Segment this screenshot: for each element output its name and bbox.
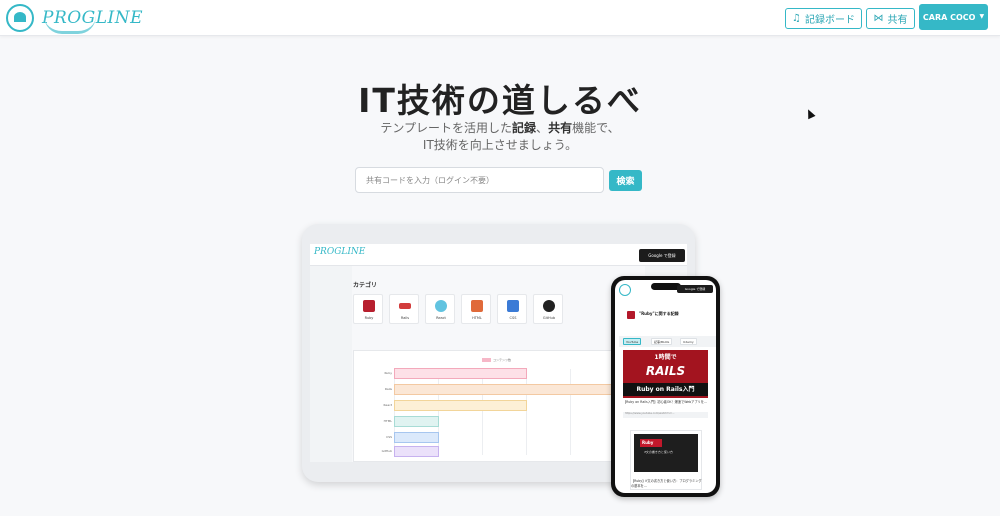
phone-screen: Google で登録 "Ruby"に関する記録 YouTube 記事/BLOG … [615,280,716,493]
subtitle-line-2: IT技術を向上させましょう。 [422,138,578,152]
search-button[interactable]: 検索 [609,170,642,191]
tablet-logo: PROGLINE [314,247,366,257]
tablet-bar-chart: コンテンツ数 Ruby Rails React HTML CSS GitHub [353,350,646,462]
subtitle-text-2: 機能で、 [572,121,620,135]
category-card-github: GitHub [533,294,563,324]
tablet-header: PROGLINE Google で登録 [310,244,687,266]
logo-mark-icon [6,4,34,32]
subtitle-bold-record: 記録 [512,121,537,135]
user-menu-label: CARA COCO [922,12,976,22]
css3-icon [507,300,519,312]
category-card-html: HTML [461,294,491,324]
chart-row-label: GitHub [381,449,392,453]
hero-title: IT技術の道しるべ [358,81,642,120]
user-menu-dropdown[interactable]: CARA COCO ▼ [919,4,988,30]
phone-google-button: Google で登録 [677,285,713,293]
phone-tab-udemy: Udemy [680,338,697,345]
search-placeholder: 共有コードを入力（ログイン不要） [366,175,494,185]
record-board-label: 記録ボード [804,15,855,26]
chart-bar [394,400,527,411]
phone-record-card: 1時間で RAILS Ruby on Rails入門 【Ruby on Rail… [623,350,708,422]
subtitle-separator: 、 [536,121,549,135]
record-board-button[interactable]: ♫ 記録ボード [785,8,862,29]
tablet-category-heading: カテゴリ [353,282,378,289]
ruby-icon [363,300,375,312]
chart-legend: コンテンツ数 [482,358,522,363]
chart-row-label: Ruby [384,371,392,375]
grid-line [482,369,483,455]
chart-bar [394,384,646,395]
grid-line [570,369,571,455]
chart-row-label: HTML [383,419,392,423]
html5-icon [471,300,483,312]
thumbnail-bottom-text: Ruby on Rails入門 [623,383,708,396]
category-label: GitHub [542,316,556,320]
chart-bar [394,416,439,427]
chart-bar [394,368,527,379]
share-button[interactable]: ⋈ 共有 [866,8,915,29]
phone-tab-youtube: YouTube [623,338,642,345]
subtitle-bold-share: 共有 [548,121,573,135]
phone-tab-article: 記事/BLOG [651,338,673,345]
chart-bar [394,432,439,443]
card-caption: 【Ruby on Rails入門】初心者OK！爆速でWebアプリを... [623,400,707,404]
card-url: https://www.youtube.com/watch?v=... [623,412,708,418]
tablet-main: カテゴリ Ruby Rails React HTML CSS GitHub コン… [352,266,646,462]
article-thumbnail: Ruby if文の書き方と使い方 [634,434,698,472]
category-card-react: React [425,294,455,324]
hero-subtitle: テンプレートを活用した記録、共有機能で、 IT技術を向上させましょう。 [0,120,1000,154]
phone-page-title: "Ruby"に関する記録 [639,311,679,316]
phone-logo-icon [619,284,631,296]
site-logo[interactable]: PROGLINE [6,2,143,34]
category-card-ruby: Ruby [353,294,383,324]
caret-down-icon: ▼ [979,13,985,20]
rails-icon [399,303,411,309]
chart-row-label: Rails [384,387,392,391]
chart-row-label: CSS [386,435,392,439]
phone-tabs: YouTube 記事/BLOG Udemy [619,336,716,347]
phone-mockup-image: Google で登録 "Ruby"に関する記録 YouTube 記事/BLOG … [611,276,720,497]
subtitle-text: テンプレートを活用した [380,121,513,135]
category-label: Ruby [364,316,374,320]
category-label: CSS [509,316,517,320]
thumbnail-main-text: RAILS [645,364,686,378]
thumbnail-text: if文の書き方と使い方 [644,450,673,454]
chart-legend-label: コンテンツ数 [493,358,512,362]
ruby-badge: Ruby [640,439,662,447]
grid-line [526,369,527,455]
github-icon [543,300,555,312]
share-code-input[interactable]: 共有コードを入力（ログイン不要） [355,167,604,193]
category-card-rails: Rails [389,294,419,324]
category-label: HTML [472,316,482,320]
share-icon: ⋈ [873,12,884,24]
music-note-icon: ♫ [792,12,801,24]
chart-row-label: React [383,403,392,407]
top-navbar: PROGLINE ♫ 記録ボード ⋈ 共有 CARA COCO ▼ [0,0,1000,36]
video-thumbnail: 1時間で RAILS Ruby on Rails入門 [623,350,708,398]
category-card-css: CSS [497,294,527,324]
phone-record-card: Ruby if文の書き方と使い方 【Ruby】if文の書き方と使い方：プログラミ… [630,430,702,490]
react-icon [435,300,447,312]
card-caption: 【Ruby】if文の書き方と使い方：プログラミングの基本を... [631,479,702,488]
ruby-icon [627,311,635,319]
tablet-google-button: Google で登録 [639,249,685,262]
category-label: Rails [400,316,410,320]
logo-swirl-icon [44,16,96,34]
chart-bar [394,446,439,457]
category-label: React [436,316,446,320]
thumbnail-top-text: 1時間で [654,354,677,361]
share-label: 共有 [887,15,908,26]
